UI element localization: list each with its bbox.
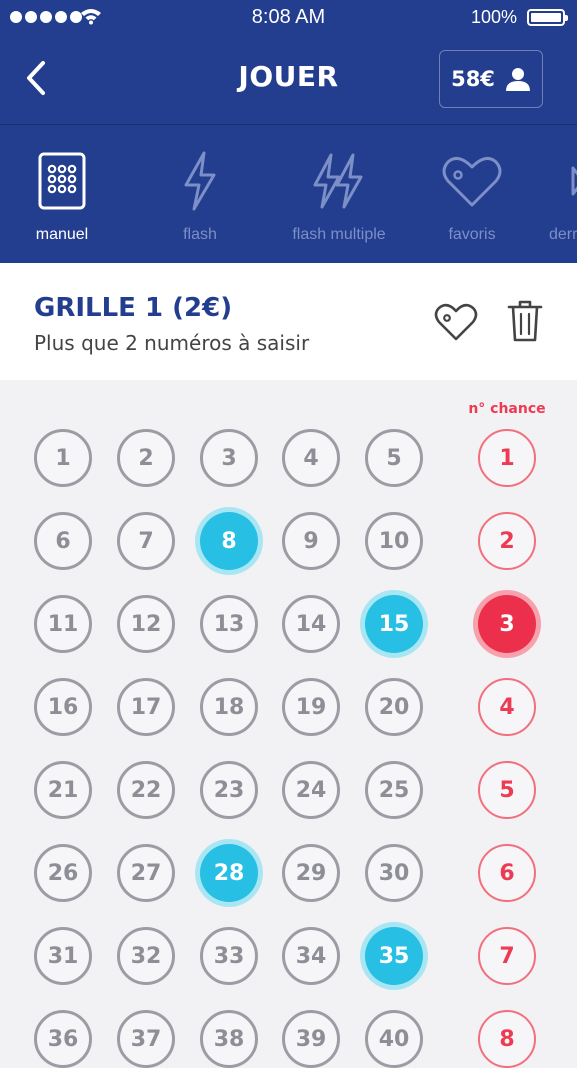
- number-ball-33[interactable]: 33: [200, 927, 258, 985]
- double-lightning-icon: [313, 153, 363, 209]
- chance-ball-3[interactable]: 3: [478, 595, 536, 653]
- lightning-icon: [184, 151, 216, 211]
- number-ball-38[interactable]: 38: [200, 1010, 258, 1068]
- number-ball-13[interactable]: 13: [200, 595, 258, 653]
- number-ball-34[interactable]: 34: [282, 927, 340, 985]
- number-ball-22[interactable]: 22: [117, 761, 175, 819]
- number-ball-5[interactable]: 5: [365, 429, 423, 487]
- tab-derniers[interactable]: derr: [511, 125, 577, 263]
- number-ball-28[interactable]: 28: [200, 844, 258, 902]
- chance-ball-7[interactable]: 7: [478, 927, 536, 985]
- number-ball-29[interactable]: 29: [282, 844, 340, 902]
- number-ball-16[interactable]: 16: [34, 678, 92, 736]
- number-ball-30[interactable]: 30: [365, 844, 423, 902]
- number-ball-12[interactable]: 12: [117, 595, 175, 653]
- chance-ball-2[interactable]: 2: [478, 512, 536, 570]
- tab-flash[interactable]: flash: [140, 125, 260, 263]
- number-ball-20[interactable]: 20: [365, 678, 423, 736]
- number-ball-37[interactable]: 37: [117, 1010, 175, 1068]
- number-ball-1[interactable]: 1: [34, 429, 92, 487]
- number-ball-11[interactable]: 11: [34, 595, 92, 653]
- battery-icon: [527, 9, 568, 26]
- number-ball-8[interactable]: 8: [200, 512, 258, 570]
- number-ball-21[interactable]: 21: [34, 761, 92, 819]
- chance-ball-1[interactable]: 1: [478, 429, 536, 487]
- chevron-left-icon: [27, 61, 45, 95]
- trash-icon: [507, 300, 543, 342]
- number-ball-4[interactable]: 4: [282, 429, 340, 487]
- status-bar: 8:08 AM 100%: [0, 0, 577, 36]
- number-ball-17[interactable]: 17: [117, 678, 175, 736]
- heart-icon: [434, 303, 478, 341]
- tab-label: flash: [183, 226, 217, 243]
- chance-ball-5[interactable]: 5: [478, 761, 536, 819]
- number-ball-19[interactable]: 19: [282, 678, 340, 736]
- number-ball-14[interactable]: 14: [282, 595, 340, 653]
- chance-ball-6[interactable]: 6: [478, 844, 536, 902]
- tab-flash-multiple[interactable]: flash multiple: [279, 125, 399, 263]
- number-ball-3[interactable]: 3: [200, 429, 258, 487]
- number-ball-15[interactable]: 15: [365, 595, 423, 653]
- number-ball-2[interactable]: 2: [117, 429, 175, 487]
- number-ball-23[interactable]: 23: [200, 761, 258, 819]
- number-ball-39[interactable]: 39: [282, 1010, 340, 1068]
- tab-label: manuel: [35, 226, 89, 243]
- number-ball-18[interactable]: 18: [200, 678, 258, 736]
- heart-icon: [442, 156, 502, 207]
- delete-button[interactable]: [503, 297, 547, 345]
- navigation-bar: JOUER 58€: [0, 36, 577, 125]
- number-ball-31[interactable]: 31: [34, 927, 92, 985]
- grid-header: GRILLE 1 (2€) Plus que 2 numéros à saisi…: [0, 263, 577, 380]
- number-ball-24[interactable]: 24: [282, 761, 340, 819]
- number-ball-27[interactable]: 27: [117, 844, 175, 902]
- user-icon: [505, 68, 530, 91]
- number-ball-9[interactable]: 9: [282, 512, 340, 570]
- chance-column-label: n° chance: [468, 401, 546, 417]
- number-ball-25[interactable]: 25: [365, 761, 423, 819]
- play-mode-tabs: manuel flash flash multiple favoris derr: [0, 125, 577, 263]
- chance-ball-8[interactable]: 8: [478, 1010, 536, 1068]
- grid-keypad-icon: [38, 152, 86, 210]
- grid-title: GRILLE 1 (2€): [34, 293, 233, 323]
- chance-ball-4[interactable]: 4: [478, 678, 536, 736]
- tab-label: derr: [549, 226, 577, 243]
- grid-subtitle: Plus que 2 numéros à saisir: [34, 331, 310, 355]
- tab-label: flash multiple: [292, 226, 386, 243]
- number-ball-36[interactable]: 36: [34, 1010, 92, 1068]
- play-icon: [571, 166, 577, 196]
- number-ball-6[interactable]: 6: [34, 512, 92, 570]
- number-ball-35[interactable]: 35: [365, 927, 423, 985]
- back-button[interactable]: [14, 56, 58, 100]
- tab-manuel[interactable]: manuel: [2, 125, 122, 263]
- number-ball-40[interactable]: 40: [365, 1010, 423, 1068]
- account-balance-button[interactable]: 58€: [439, 50, 543, 108]
- number-ball-26[interactable]: 26: [34, 844, 92, 902]
- tab-label: favoris: [448, 226, 496, 243]
- favorite-button[interactable]: [433, 299, 479, 345]
- balance-amount: 58€: [451, 67, 495, 91]
- number-ball-10[interactable]: 10: [365, 512, 423, 570]
- number-ball-32[interactable]: 32: [117, 927, 175, 985]
- number-ball-7[interactable]: 7: [117, 512, 175, 570]
- battery-percent: 100%: [470, 7, 517, 27]
